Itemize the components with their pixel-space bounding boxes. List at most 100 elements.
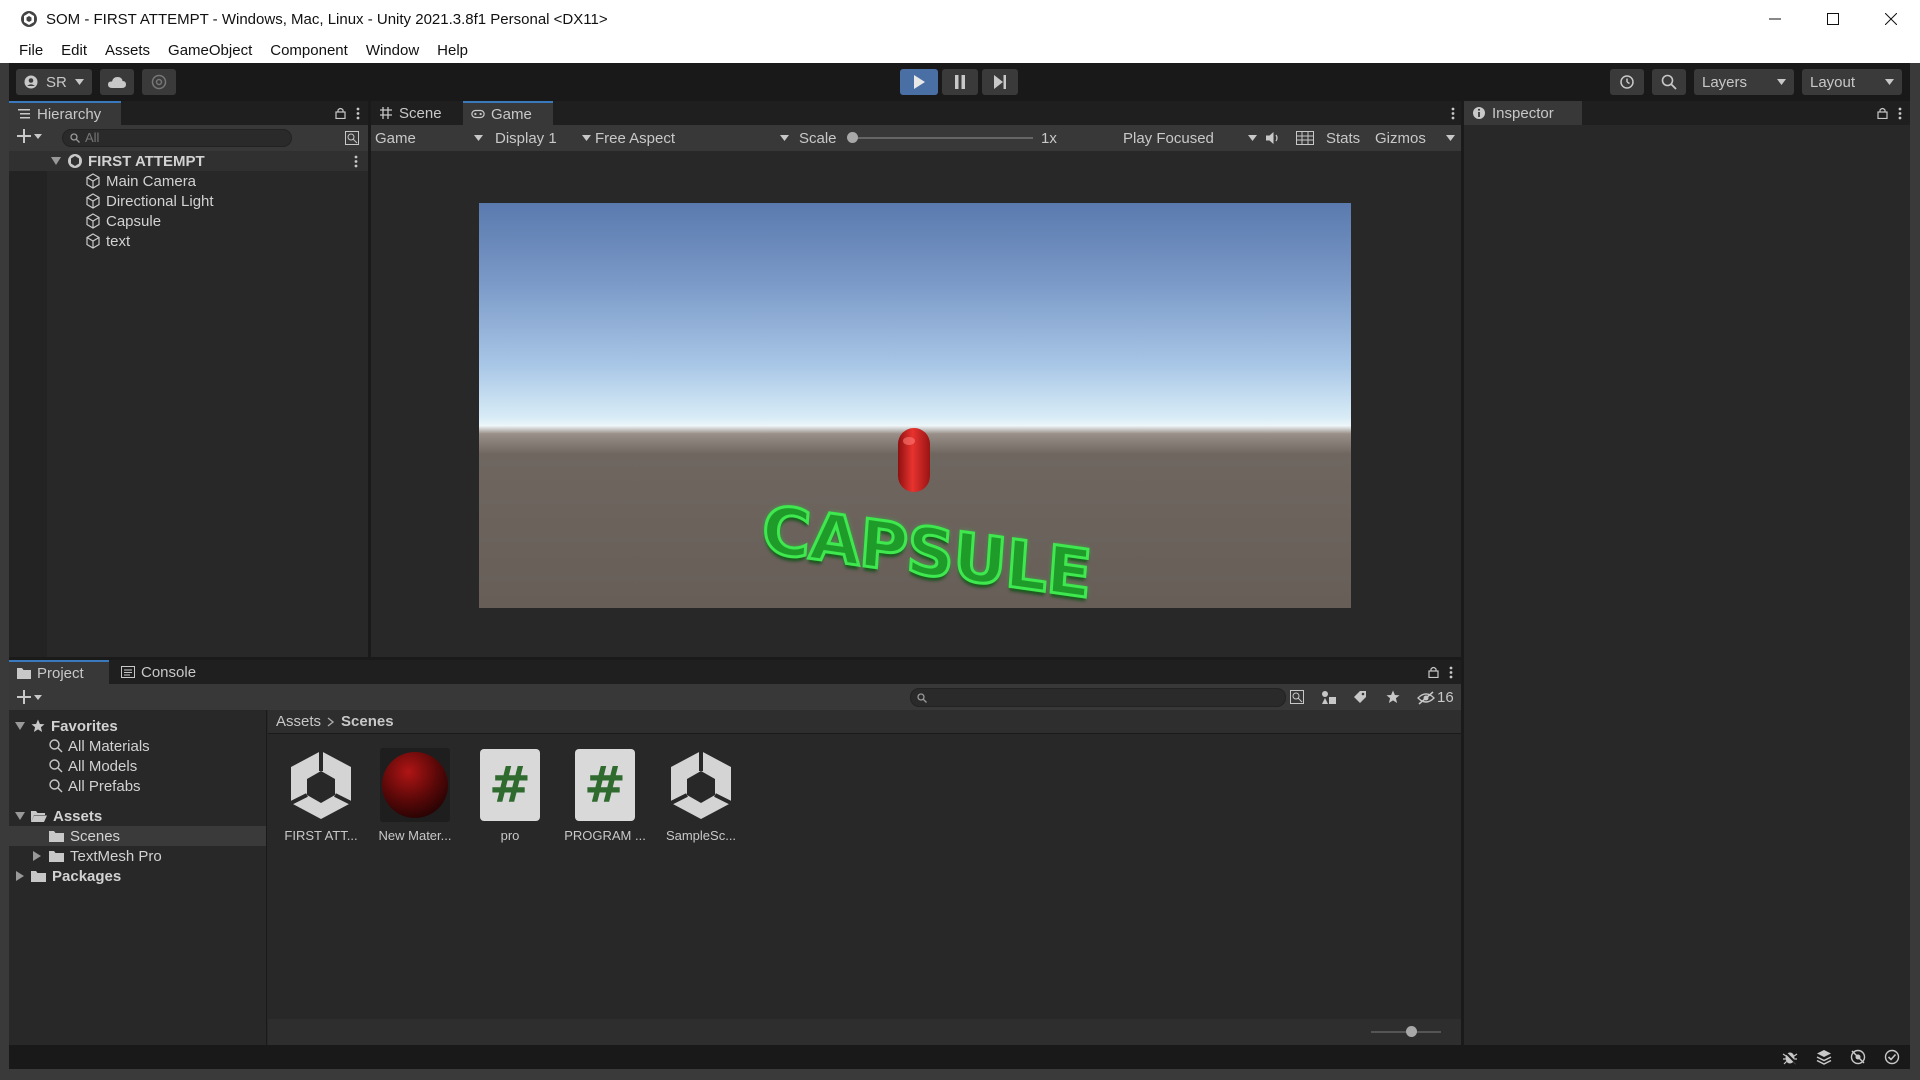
speaker-icon[interactable]	[1265, 131, 1281, 145]
favorites-item[interactable]: All Models	[9, 756, 266, 776]
step-button[interactable]	[982, 69, 1018, 95]
layers-stack-icon[interactable]	[1816, 1049, 1832, 1065]
scale-slider-track[interactable]	[849, 137, 1033, 139]
auto-generate-lighting-icon[interactable]	[1850, 1049, 1866, 1065]
tab-scene[interactable]: Scene	[371, 101, 463, 125]
favorites-item-label: All Materials	[68, 737, 150, 755]
cloud-button[interactable]	[100, 69, 134, 95]
hierarchy-item[interactable]: text	[9, 231, 368, 251]
folder-textmesh-row[interactable]: TextMesh Pro	[9, 846, 266, 866]
hierarchy-item[interactable]: Main Camera	[9, 171, 368, 191]
packages-folder-row[interactable]: Packages	[9, 866, 266, 886]
search-by-type-icon[interactable]	[1290, 690, 1304, 704]
minimize-button[interactable]	[1746, 0, 1804, 38]
icon-size-slider-handle[interactable]	[1406, 1026, 1417, 1037]
more-options-icon[interactable]	[356, 107, 360, 120]
gizmos-dropdown[interactable]: Gizmos	[1375, 130, 1455, 147]
star-icon[interactable]	[1386, 690, 1400, 704]
undo-history-button[interactable]	[1610, 69, 1644, 95]
folder-scenes-row[interactable]: Scenes	[9, 826, 266, 846]
favorites-item[interactable]: All Prefabs	[9, 776, 266, 796]
aspect-dropdown[interactable]: Free Aspect	[595, 130, 789, 147]
close-button[interactable]	[1862, 0, 1920, 38]
more-options-icon[interactable]	[1451, 107, 1455, 120]
menu-file[interactable]: File	[10, 42, 52, 59]
create-button[interactable]	[17, 129, 42, 143]
expand-arrow-icon[interactable]	[15, 722, 25, 730]
gizmos-grid-icon[interactable]	[1296, 131, 1314, 145]
debug-bug-icon[interactable]	[1782, 1049, 1798, 1065]
lock-icon[interactable]	[1428, 666, 1439, 678]
folder-label: Scenes	[70, 827, 121, 845]
more-options-icon[interactable]	[1898, 107, 1902, 120]
asset-item[interactable]: FIRST ATT...	[276, 748, 366, 843]
main-toolbar: SR Layers Layout	[0, 63, 1920, 101]
maximize-button[interactable]	[1804, 0, 1862, 38]
search-button[interactable]	[1652, 69, 1686, 95]
hierarchy-item[interactable]: Directional Light	[9, 191, 368, 211]
menu-assets[interactable]: Assets	[96, 42, 159, 59]
play-mode-dropdown[interactable]: Play Focused	[1123, 130, 1257, 147]
play-button[interactable]	[900, 69, 938, 95]
layers-dropdown[interactable]: Layers	[1694, 69, 1794, 95]
view-mode-dropdown[interactable]: Game	[375, 130, 483, 147]
more-options-icon[interactable]	[1449, 666, 1453, 679]
hidden-packages-toggle[interactable]: 16	[1417, 689, 1454, 706]
create-asset-button[interactable]	[17, 690, 42, 704]
more-options-icon[interactable]	[354, 155, 358, 168]
asset-item[interactable]: New Mater...	[370, 748, 460, 843]
asset-label: pro	[500, 828, 520, 843]
view-mode-label: Game	[375, 129, 416, 147]
gameview-toolbar: Game Display 1 Free Aspect Scale 1x Play…	[371, 125, 1461, 151]
window-bottom-edge	[0, 1069, 1920, 1080]
lock-icon[interactable]	[1877, 107, 1888, 119]
layout-label: Layout	[1810, 73, 1856, 91]
favorites-item[interactable]: All Materials	[9, 736, 266, 756]
layout-dropdown[interactable]: Layout	[1802, 69, 1902, 95]
inspector-tabbar: Inspector	[1464, 101, 1910, 125]
hierarchy-item[interactable]: Capsule	[9, 211, 368, 231]
menu-component[interactable]: Component	[261, 42, 357, 59]
tab-hierarchy-label: Hierarchy	[37, 105, 102, 123]
menu-edit[interactable]: Edit	[52, 42, 96, 59]
filter-by-type-icon[interactable]	[1321, 690, 1337, 704]
tab-game[interactable]: Game	[463, 101, 553, 125]
project-search-input[interactable]	[910, 688, 1286, 707]
favorites-row[interactable]: Favorites	[9, 716, 266, 736]
pause-button[interactable]	[942, 69, 978, 95]
hierarchy-search-input[interactable]: All	[62, 129, 292, 147]
chevron-down-icon	[1248, 135, 1257, 141]
collapsed-arrow-icon[interactable]	[33, 851, 41, 861]
tab-console[interactable]: Console	[113, 660, 209, 684]
menu-window[interactable]: Window	[357, 42, 428, 59]
hierarchy-scene-row[interactable]: FIRST ATTEMPT	[9, 151, 368, 171]
scale-slider-handle[interactable]	[847, 132, 858, 143]
game-render-view[interactable]: CAPSULE	[479, 203, 1351, 608]
account-dropdown[interactable]: SR	[16, 69, 92, 95]
menu-gameobject[interactable]: GameObject	[159, 42, 261, 59]
display-dropdown[interactable]: Display 1	[495, 130, 591, 147]
menu-help[interactable]: Help	[428, 42, 477, 59]
assets-folder-row[interactable]: Assets	[9, 806, 266, 826]
lock-icon[interactable]	[335, 107, 346, 119]
asset-item[interactable]: # PROGRAM ...	[560, 748, 650, 843]
window-title: SOM - FIRST ATTEMPT - Windows, Mac, Linu…	[46, 10, 608, 28]
status-bar	[9, 1045, 1910, 1069]
asset-label: New Mater...	[378, 828, 452, 843]
asset-item[interactable]: # pro	[465, 748, 555, 843]
stats-button[interactable]: Stats	[1326, 130, 1360, 147]
collapsed-arrow-icon[interactable]	[16, 871, 24, 881]
filter-by-label-icon[interactable]	[1353, 690, 1367, 704]
progress-check-icon[interactable]	[1884, 1049, 1900, 1065]
tab-inspector[interactable]: Inspector	[1464, 101, 1582, 125]
breadcrumb-assets[interactable]: Assets	[276, 713, 321, 730]
tab-project[interactable]: Project	[9, 660, 109, 684]
expand-arrow-icon[interactable]	[51, 157, 61, 165]
breadcrumb-scenes[interactable]: Scenes	[341, 713, 394, 730]
asset-item[interactable]: SampleSc...	[656, 748, 746, 843]
game-view-panel: Scene Game Game Display 1 Free Aspect Sc…	[371, 101, 1461, 657]
search-by-type-icon[interactable]	[345, 131, 359, 145]
collab-button[interactable]	[142, 69, 176, 95]
expand-arrow-icon[interactable]	[15, 812, 25, 820]
tab-hierarchy[interactable]: Hierarchy	[9, 101, 121, 125]
